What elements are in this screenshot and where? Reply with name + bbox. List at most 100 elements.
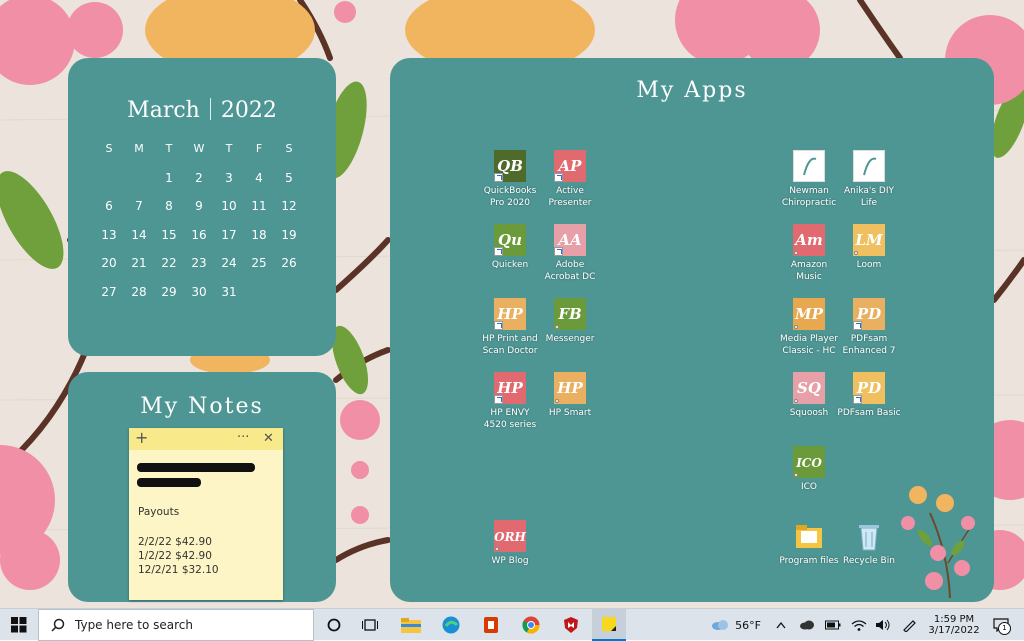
app-label: Quicken (491, 260, 529, 270)
chrome-button[interactable] (516, 609, 546, 641)
loom-icon: LM (853, 224, 885, 256)
app-label: WP Blog (491, 556, 529, 566)
close-icon[interactable]: ✕ (263, 431, 274, 446)
calendar-day[interactable]: 11 (244, 199, 274, 228)
calendar-day[interactable]: 16 (184, 228, 214, 257)
sticky-notes-button[interactable] (592, 609, 626, 641)
office-button[interactable] (476, 609, 506, 641)
add-note-icon[interactable]: + (135, 428, 148, 447)
apps-title: My Apps (636, 78, 748, 103)
calendar-day[interactable]: 22 (154, 256, 184, 285)
pen-tray[interactable] (898, 609, 920, 641)
sticky-note[interactable]: + ··· ✕ Payouts 2/2/22 $42.90 1/2/22 $42… (129, 428, 283, 600)
app-hp-envy-4520-series[interactable]: HP HP ENVY 4520 series (478, 372, 542, 431)
cortana-button[interactable] (320, 609, 348, 641)
app-quicken[interactable]: Qu Quicken (478, 224, 542, 271)
search-box[interactable]: Type here to search (38, 609, 314, 641)
wifi-tray[interactable] (848, 609, 870, 641)
calendar-day[interactable]: 7 (124, 199, 154, 228)
calendar-day[interactable]: 15 (154, 228, 184, 257)
app-pdfsam-enhanced-7[interactable]: PD PDFsam Enhanced 7 (837, 298, 901, 357)
calendar-day[interactable]: 12 (274, 199, 304, 228)
app-squoosh[interactable]: SQ Squoosh (777, 372, 841, 419)
file-explorer-button[interactable] (396, 609, 426, 641)
app-pdfsam-basic[interactable]: PD PDFsam Basic (837, 372, 901, 419)
app-label: Amazon Music (790, 260, 828, 282)
program-files-icon (793, 520, 825, 552)
battery-tray[interactable] (822, 609, 844, 641)
calendar-day[interactable]: 31 (214, 285, 244, 314)
calendar-day[interactable]: 14 (124, 228, 154, 257)
calendar-day[interactable]: 3 (214, 171, 244, 200)
app-label: Messenger (545, 334, 595, 344)
calendar-weekday: S (285, 142, 293, 155)
web-app-badge-icon (555, 325, 559, 329)
show-hidden-icons-button[interactable] (774, 609, 788, 641)
app-hp-print-and-scan-doctor[interactable]: HP HP Print and Scan Doctor (478, 298, 542, 357)
calendar-day[interactable]: 13 (94, 228, 124, 257)
shortcut-arrow-icon (853, 395, 862, 404)
notes-title: My Notes (140, 394, 264, 419)
edge-button[interactable] (436, 609, 466, 641)
app-label: Anika's DIY Life (843, 186, 895, 208)
calendar-day[interactable]: 28 (124, 285, 154, 314)
calendar-day[interactable]: 1 (154, 171, 184, 200)
app-quickbooks-pro-2020[interactable]: QB QuickBooks Pro 2020 (478, 150, 542, 209)
app-messenger[interactable]: FB Messenger (538, 298, 602, 345)
adobe-acrobat-dc-icon: AA (554, 224, 586, 256)
app-icon-text: LM (855, 231, 883, 249)
note-line: 2/2/22 $42.90 (138, 536, 212, 548)
amazon-music-icon: Am (793, 224, 825, 256)
calendar-day[interactable]: 17 (214, 228, 244, 257)
media-player-classic-hc-icon: MP (793, 298, 825, 330)
calendar-day[interactable]: 27 (94, 285, 124, 314)
calendar-day[interactable]: 2 (184, 171, 214, 200)
calendar-month-year: March 2022 (68, 98, 336, 123)
app-hp-smart[interactable]: HP HP Smart (538, 372, 602, 419)
app-amazon-music[interactable]: Am Amazon Music (777, 224, 841, 283)
speaker-icon (876, 619, 890, 631)
calendar-day[interactable]: 30 (184, 285, 214, 314)
note-line: Payouts (138, 506, 180, 518)
calendar-day[interactable]: 19 (274, 228, 304, 257)
calendar-day[interactable]: 4 (244, 171, 274, 200)
volume-tray[interactable] (872, 609, 894, 641)
app-newman-chiropractic[interactable]: Newman Chiropractic (777, 150, 841, 209)
calendar-day[interactable]: 29 (154, 285, 184, 314)
calendar-day[interactable]: 18 (244, 228, 274, 257)
onedrive-tray[interactable] (796, 609, 818, 641)
calendar-day[interactable]: 8 (154, 199, 184, 228)
app-loom[interactable]: LM Loom (837, 224, 901, 271)
calendar-day[interactable]: 5 (274, 171, 304, 200)
calendar-day[interactable]: 10 (214, 199, 244, 228)
calendar-day[interactable]: 25 (244, 256, 274, 285)
app-wp-blog[interactable]: ORH WP Blog (478, 520, 542, 567)
task-view-button[interactable] (356, 609, 384, 641)
calendar-day[interactable]: 26 (274, 256, 304, 285)
calendar-day[interactable]: 9 (184, 199, 214, 228)
app-ico[interactable]: ICO ICO (777, 446, 841, 493)
calendar-day[interactable]: 24 (214, 256, 244, 285)
more-options-icon[interactable]: ··· (237, 430, 249, 445)
calendar-grid: S M T W T F S 1 2 3 4 5 6 7 8 9 10 11 12 13 14 15 16 17 18 19 20 21… (94, 142, 304, 313)
clock-time: 1:59 PM (933, 614, 975, 625)
app-adobe-acrobat-dc[interactable]: AA Adobe Acrobat DC (538, 224, 602, 283)
app-label: QuickBooks Pro 2020 (483, 186, 537, 208)
app-program-files[interactable]: Program files (777, 520, 841, 567)
calendar-day[interactable]: 23 (184, 256, 214, 285)
calendar-day[interactable]: 6 (94, 199, 124, 228)
calendar-day[interactable]: 21 (124, 256, 154, 285)
app-media-player-classic-hc[interactable]: MP Media Player Classic - HC (777, 298, 841, 357)
app-label: ICO (800, 482, 818, 492)
app-anika-s-diy-life[interactable]: Anika's DIY Life (837, 150, 901, 209)
calendar-day[interactable]: 20 (94, 256, 124, 285)
weather-widget[interactable]: 56°F (708, 609, 764, 641)
app-recycle-bin[interactable]: Recycle Bin (837, 520, 901, 567)
start-button[interactable] (0, 609, 38, 641)
search-placeholder: Type here to search (75, 618, 193, 632)
calendar-weekday: T (225, 142, 233, 155)
notification-center-button[interactable]: 1 (986, 609, 1016, 641)
mcafee-button[interactable] (556, 609, 586, 641)
clock[interactable]: 1:59 PM 3/17/2022 (926, 609, 982, 641)
app-active-presenter[interactable]: AP Active Presenter (538, 150, 602, 209)
